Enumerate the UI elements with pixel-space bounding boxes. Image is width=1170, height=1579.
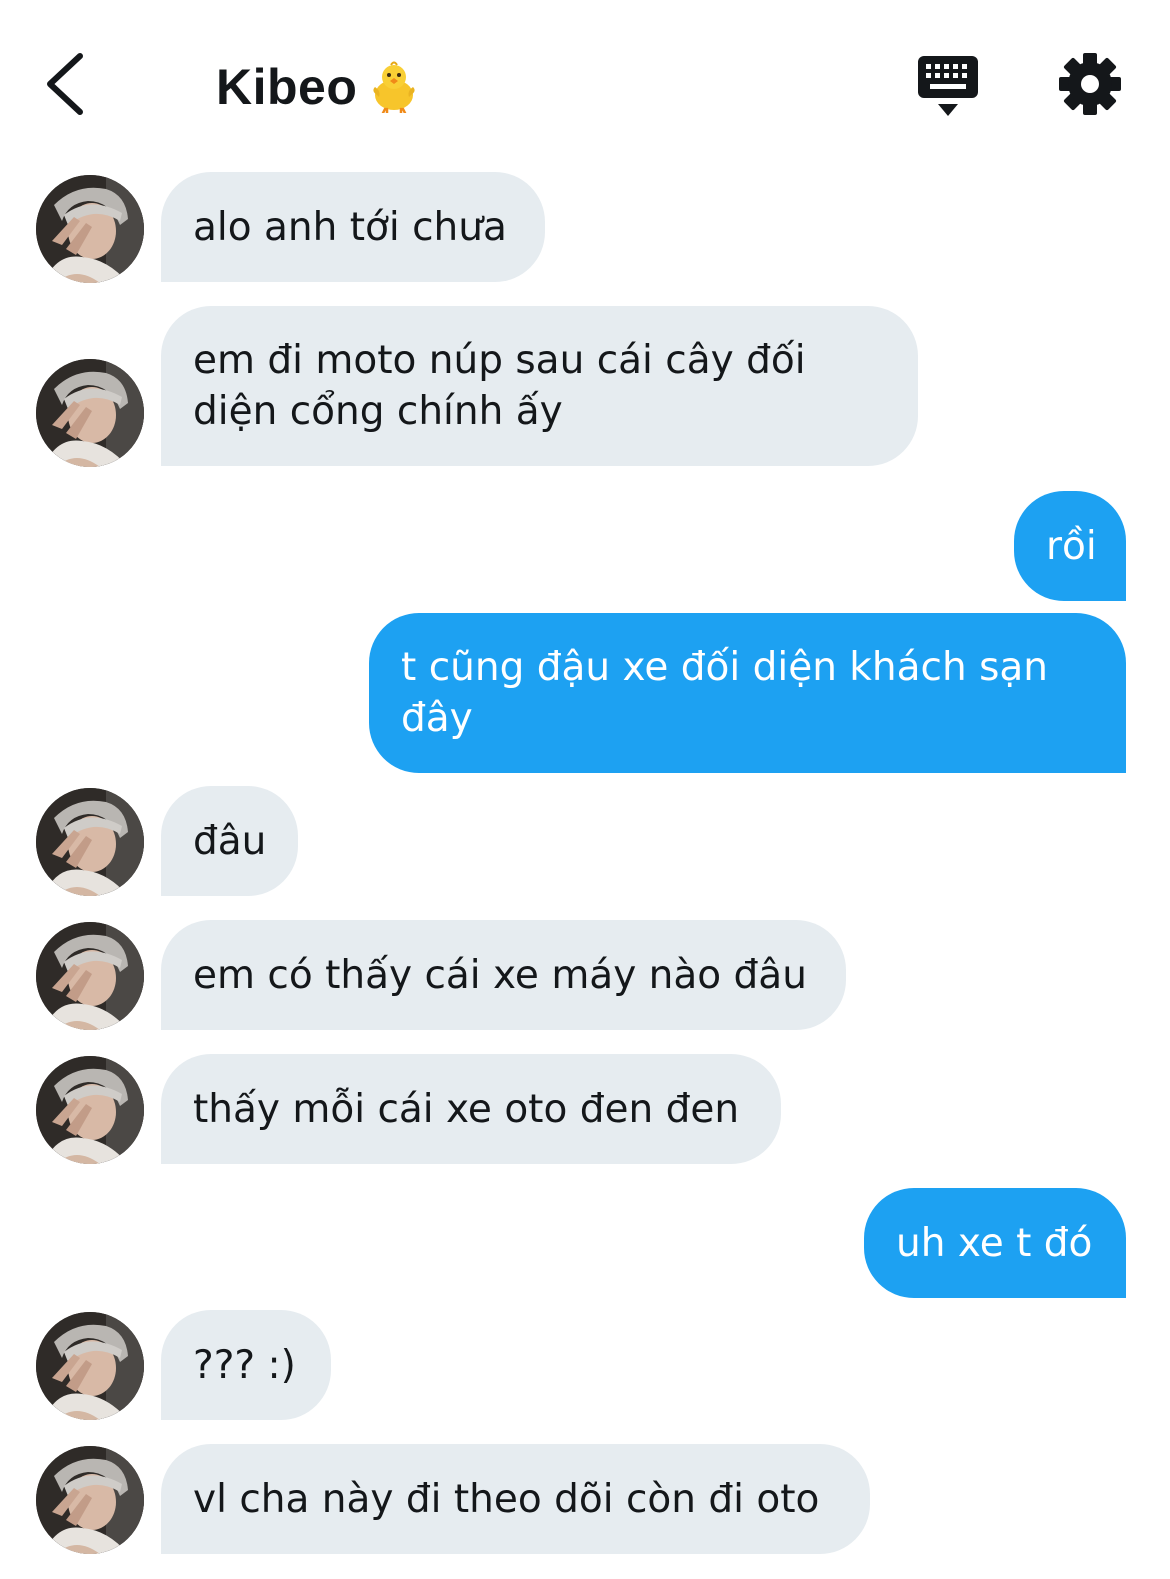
avatar[interactable] (36, 922, 144, 1030)
message-bubble-incoming[interactable]: ??? :) (161, 1310, 331, 1420)
message-text: ??? :) (193, 1342, 296, 1388)
message-bubble-incoming[interactable]: thấy mỗi cái xe oto đen đen (161, 1054, 781, 1164)
keyboard-button[interactable] (916, 54, 980, 118)
message-bubble-outgoing[interactable]: uh xe t đó (864, 1188, 1126, 1298)
baby-chick-emoji (373, 61, 416, 113)
avatar[interactable] (36, 359, 144, 467)
message-text: em đi moto núp sau cái cây đối diện cổng… (193, 338, 806, 434)
message-text: vl cha này đi theo dõi còn đi oto (193, 1476, 820, 1522)
message-text: đâu (193, 818, 267, 864)
message-bubble-outgoing[interactable]: t cũng đậu xe đối diện khách sạn đây (369, 613, 1126, 773)
gear-icon (1059, 53, 1121, 115)
chevron-left-icon (47, 53, 83, 115)
message-bubble-incoming[interactable]: vl cha này đi theo dõi còn đi oto (161, 1444, 870, 1554)
message-bubble-outgoing[interactable]: rồi (1014, 491, 1126, 601)
back-button[interactable] (38, 48, 98, 120)
message-bubble-incoming[interactable]: em có thấy cái xe máy nào đâu (161, 920, 846, 1030)
message-bubble-incoming[interactable]: alo anh tới chưa (161, 172, 545, 282)
message-text: em có thấy cái xe máy nào đâu (193, 952, 807, 998)
avatar[interactable] (36, 175, 144, 283)
avatar[interactable] (36, 1312, 144, 1420)
conversation-title: Kibeo (216, 59, 358, 115)
message-text: t cũng đậu xe đối diện khách sạn đây (401, 645, 1049, 741)
avatar[interactable] (36, 1446, 144, 1554)
chat-header: Kibeo (0, 0, 1170, 150)
keyboard-icon (918, 56, 978, 116)
message-text: uh xe t đó (896, 1220, 1093, 1266)
conversation-title-group: Kibeo (216, 52, 419, 122)
avatar[interactable] (36, 788, 144, 896)
message-text: alo anh tới chưa (193, 204, 507, 250)
message-text: thấy mỗi cái xe oto đen đen (193, 1086, 740, 1132)
message-text: rồi (1046, 523, 1097, 569)
message-bubble-incoming[interactable]: đâu (161, 786, 298, 896)
avatar[interactable] (36, 1056, 144, 1164)
message-bubble-incoming[interactable]: em đi moto núp sau cái cây đối diện cổng… (161, 306, 918, 466)
settings-button[interactable] (1058, 52, 1122, 116)
